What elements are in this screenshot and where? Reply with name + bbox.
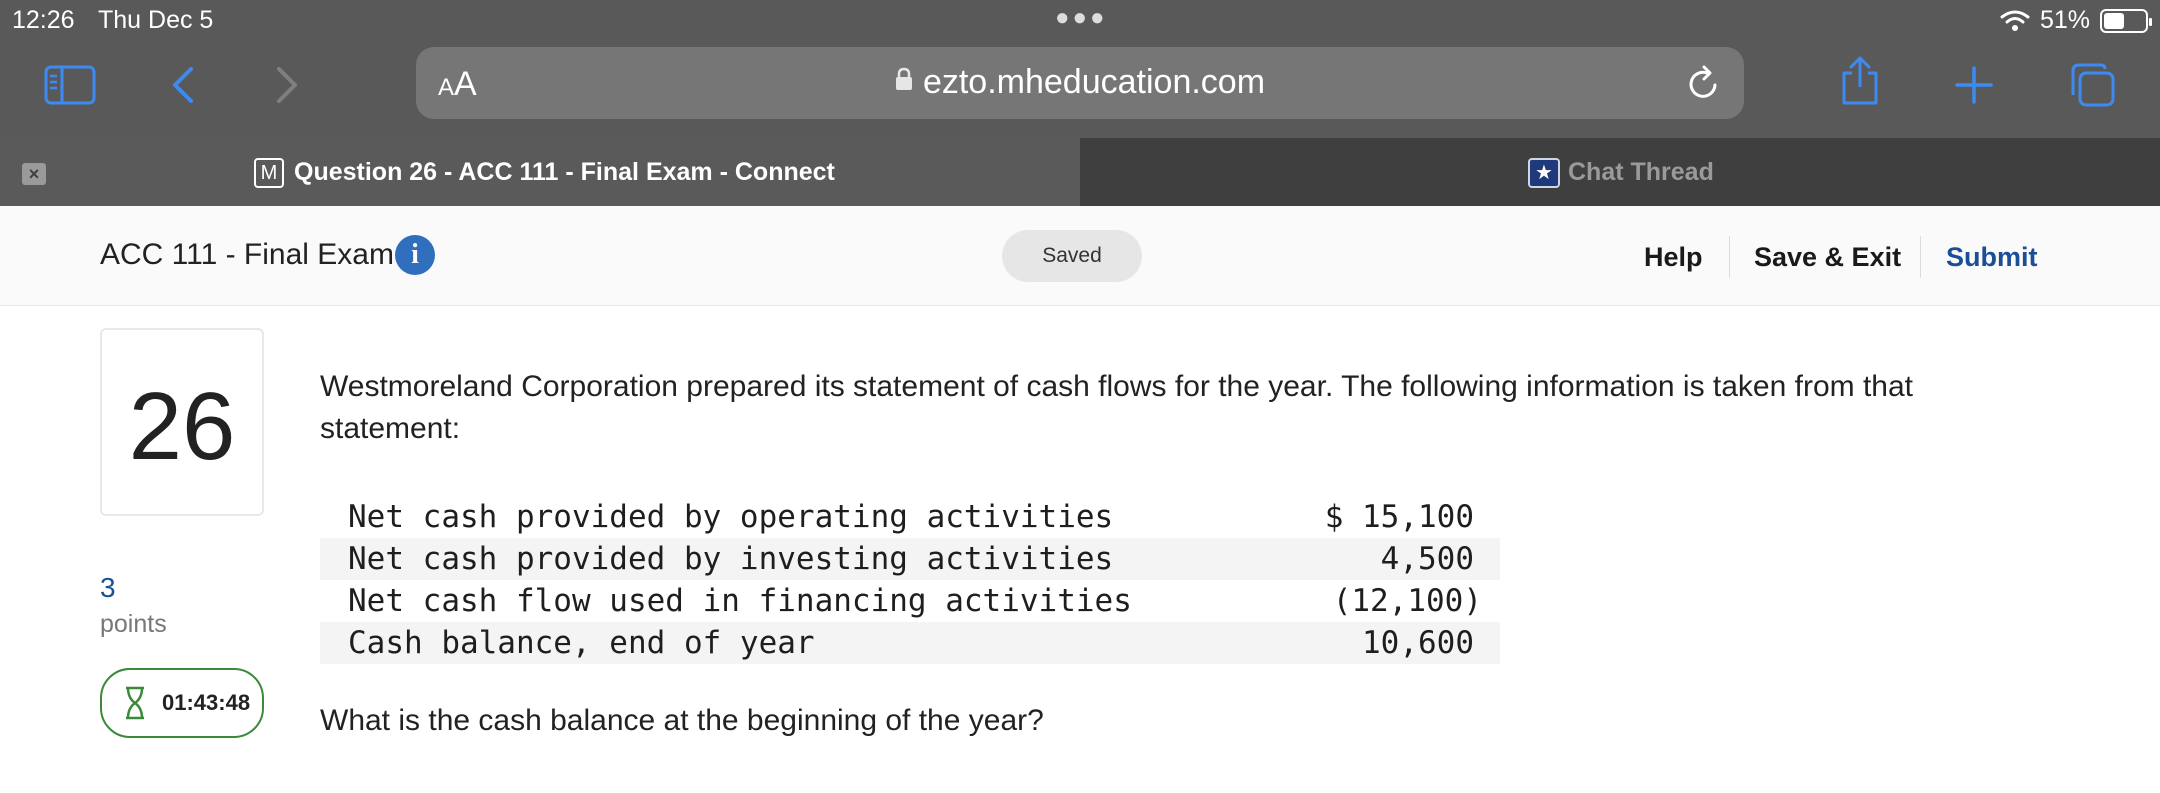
row-label: Cash balance, end of year (320, 622, 1291, 664)
help-button[interactable]: Help (1644, 242, 1703, 273)
battery-level (2104, 12, 2125, 29)
saved-status-badge: Saved (1002, 230, 1142, 282)
chat-favicon-icon: ★ (1528, 158, 1560, 188)
sidebar-icon[interactable] (44, 60, 96, 110)
share-icon[interactable] (1834, 56, 1886, 106)
question-number-card: 26 (100, 328, 264, 516)
row-value: $ 15,100 (1324, 499, 1474, 535)
tab-question-26[interactable]: × M Question 26 - ACC 111 - Final Exam -… (0, 138, 1080, 206)
url-text: ezto.mheducation.com (922, 63, 1266, 101)
table-row: Net cash provided by operating activitie… (320, 496, 1500, 538)
question-prompt: Westmoreland Corporation prepared its st… (320, 370, 1914, 445)
exam-timer[interactable]: 01:43:48 (100, 668, 264, 738)
points-value: 3 (100, 572, 116, 603)
question-number: 26 (128, 373, 236, 480)
row-label: Net cash provided by operating activitie… (348, 499, 1114, 535)
save-exit-button[interactable]: Save & Exit (1754, 242, 1901, 273)
wifi-icon (2000, 10, 2030, 31)
header-divider (1729, 236, 1730, 278)
back-icon[interactable] (156, 60, 208, 110)
row-value: 10,600 (1290, 622, 1500, 664)
battery-percent: 51% (2039, 6, 2090, 34)
status-bar: 12:26 Thu Dec 5 ●●● 51% (0, 0, 2160, 40)
question-follow-up: What is the cash balance at the beginnin… (320, 704, 1044, 737)
row-value: 4,500 (1290, 538, 1500, 580)
info-icon[interactable]: i (395, 235, 435, 275)
status-right: 51% (2000, 6, 2152, 35)
cash-flow-table: Net cash provided by operating activitie… (320, 496, 1500, 664)
exam-header: ACC 111 - Final Exam i Saved Help Save &… (0, 206, 2160, 306)
row-label: Net cash provided by investing activitie… (320, 538, 1291, 580)
forward-icon[interactable] (262, 60, 314, 110)
points-label: points (100, 610, 167, 638)
status-time: 12:26 (12, 6, 75, 34)
reload-icon[interactable] (1686, 64, 1722, 102)
header-divider (1920, 236, 1921, 278)
row-value: (12,100) (1332, 583, 1482, 619)
url-display[interactable]: ezto.mheducation.com (416, 63, 1744, 102)
battery-icon (2100, 8, 2152, 33)
hourglass-icon (126, 686, 144, 720)
submit-button[interactable]: Submit (1946, 242, 2038, 273)
status-date: Thu Dec 5 (98, 6, 214, 34)
tabs-icon[interactable] (2066, 60, 2118, 110)
timer-text: 01:43:48 (162, 690, 251, 715)
tab-strip: × M Question 26 - ACC 111 - Final Exam -… (0, 138, 2160, 206)
connect-favicon-icon: M (254, 158, 284, 188)
multitasking-dots-icon[interactable]: ●●● (1055, 4, 1108, 32)
browser-chrome: 12:26 Thu Dec 5 ●●● 51% AA ezto.mheducat… (0, 0, 2160, 138)
row-label: Net cash flow used in financing activiti… (348, 583, 1132, 619)
table-row: Net cash provided by investing activitie… (320, 538, 1500, 580)
table-row: Net cash flow used in financing activiti… (320, 580, 1500, 622)
close-tab-icon[interactable]: × (22, 163, 46, 185)
exam-title: ACC 111 - Final Exam (100, 238, 394, 271)
tab-title: Question 26 - ACC 111 - Final Exam - Con… (294, 158, 835, 186)
lock-icon (895, 67, 912, 90)
tab-title: Chat Thread (1568, 158, 1714, 186)
table-row: Cash balance, end of year 10,600 (320, 622, 1500, 664)
url-bar[interactable]: AA ezto.mheducation.com (416, 47, 1744, 119)
new-tab-icon[interactable] (1948, 60, 2000, 110)
